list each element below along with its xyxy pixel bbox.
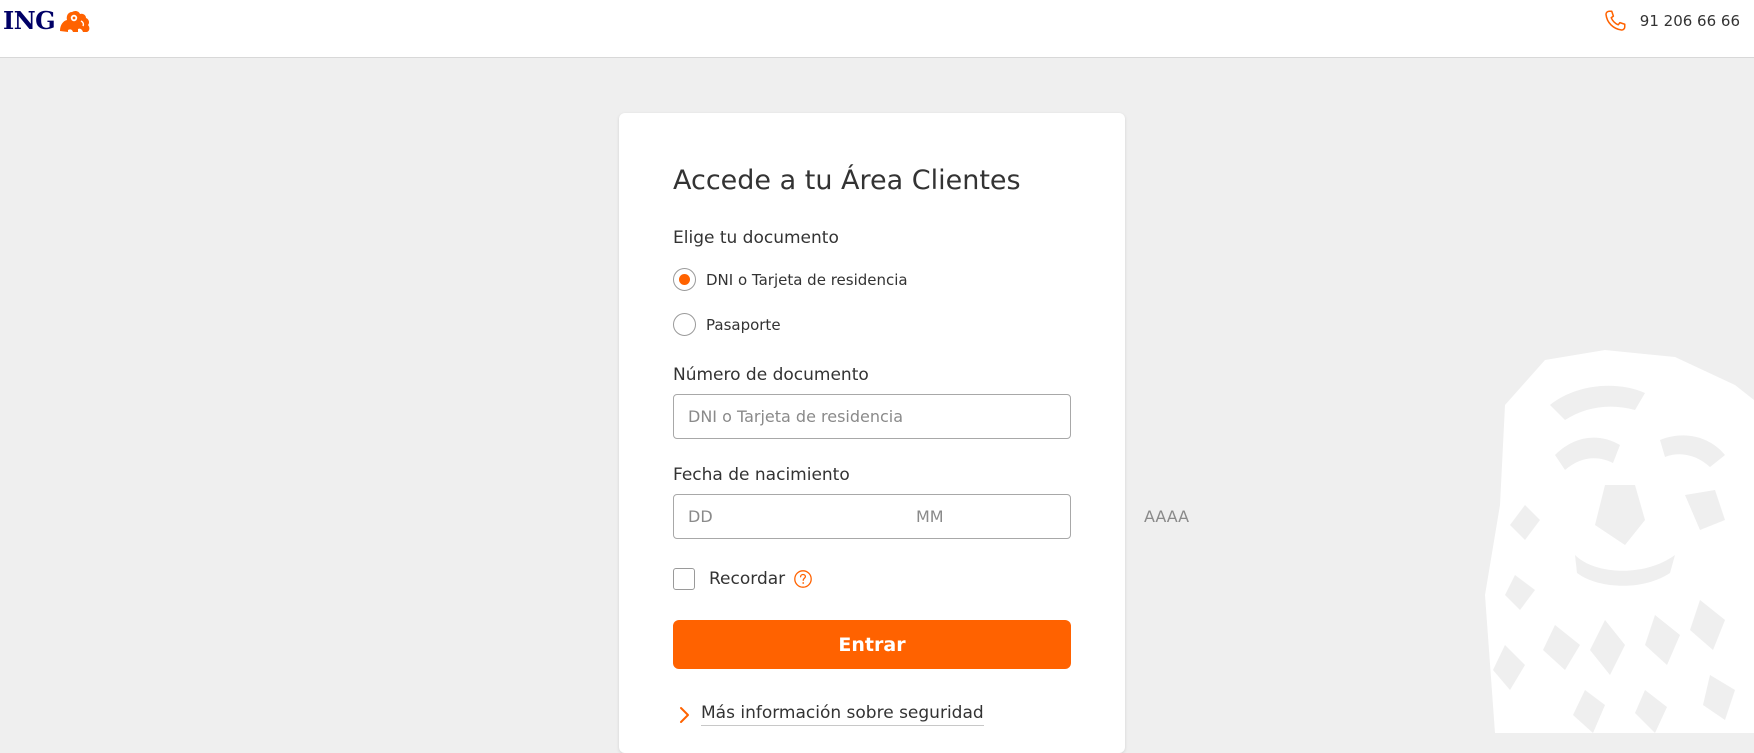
- chevron-right-icon: [680, 706, 689, 723]
- phone-icon: [1605, 10, 1626, 31]
- phone-contact[interactable]: 91 206 66 66: [1602, 8, 1740, 34]
- birthdate-field: [673, 494, 1358, 539]
- remember-row: Recordar: [673, 568, 813, 590]
- radio-button[interactable]: [673, 313, 696, 336]
- birthdate-label: Fecha de nacimiento: [673, 465, 850, 485]
- birthdate-month-input[interactable]: [902, 495, 1130, 538]
- phone-number[interactable]: 91 206 66 66: [1640, 12, 1740, 30]
- ing-logo[interactable]: ING: [3, 6, 93, 35]
- radio-label-dni[interactable]: DNI o Tarjeta de residencia: [706, 271, 908, 289]
- document-type-label: Elige tu documento: [673, 228, 839, 248]
- help-icon[interactable]: [793, 569, 813, 589]
- birthdate-day-input[interactable]: [674, 495, 902, 538]
- lion-watermark-icon: [1485, 350, 1754, 733]
- radio-dni[interactable]: DNI o Tarjeta de residencia: [673, 268, 908, 291]
- radio-button-selected[interactable]: [673, 268, 696, 291]
- remember-checkbox[interactable]: [673, 568, 695, 590]
- submit-button[interactable]: Entrar: [673, 620, 1071, 669]
- top-bar: ING 91 206 66 66: [0, 0, 1754, 58]
- birthdate-year-input[interactable]: [1130, 495, 1358, 538]
- security-link-text[interactable]: Más información sobre seguridad: [701, 703, 984, 726]
- document-number-input[interactable]: [673, 394, 1071, 439]
- security-info-link[interactable]: Más información sobre seguridad: [678, 703, 984, 726]
- page-title: Accede a tu Área Clientes: [673, 165, 1021, 196]
- radio-dot: [679, 274, 690, 285]
- login-card: Accede a tu Área Clientes Elige tu docum…: [619, 113, 1358, 753]
- document-number-label: Número de documento: [673, 365, 869, 385]
- radio-passport[interactable]: Pasaporte: [673, 313, 781, 336]
- radio-label-passport[interactable]: Pasaporte: [706, 316, 781, 334]
- remember-label[interactable]: Recordar: [709, 569, 785, 589]
- logo-text: ING: [3, 6, 56, 35]
- lion-logo-icon: [60, 10, 90, 32]
